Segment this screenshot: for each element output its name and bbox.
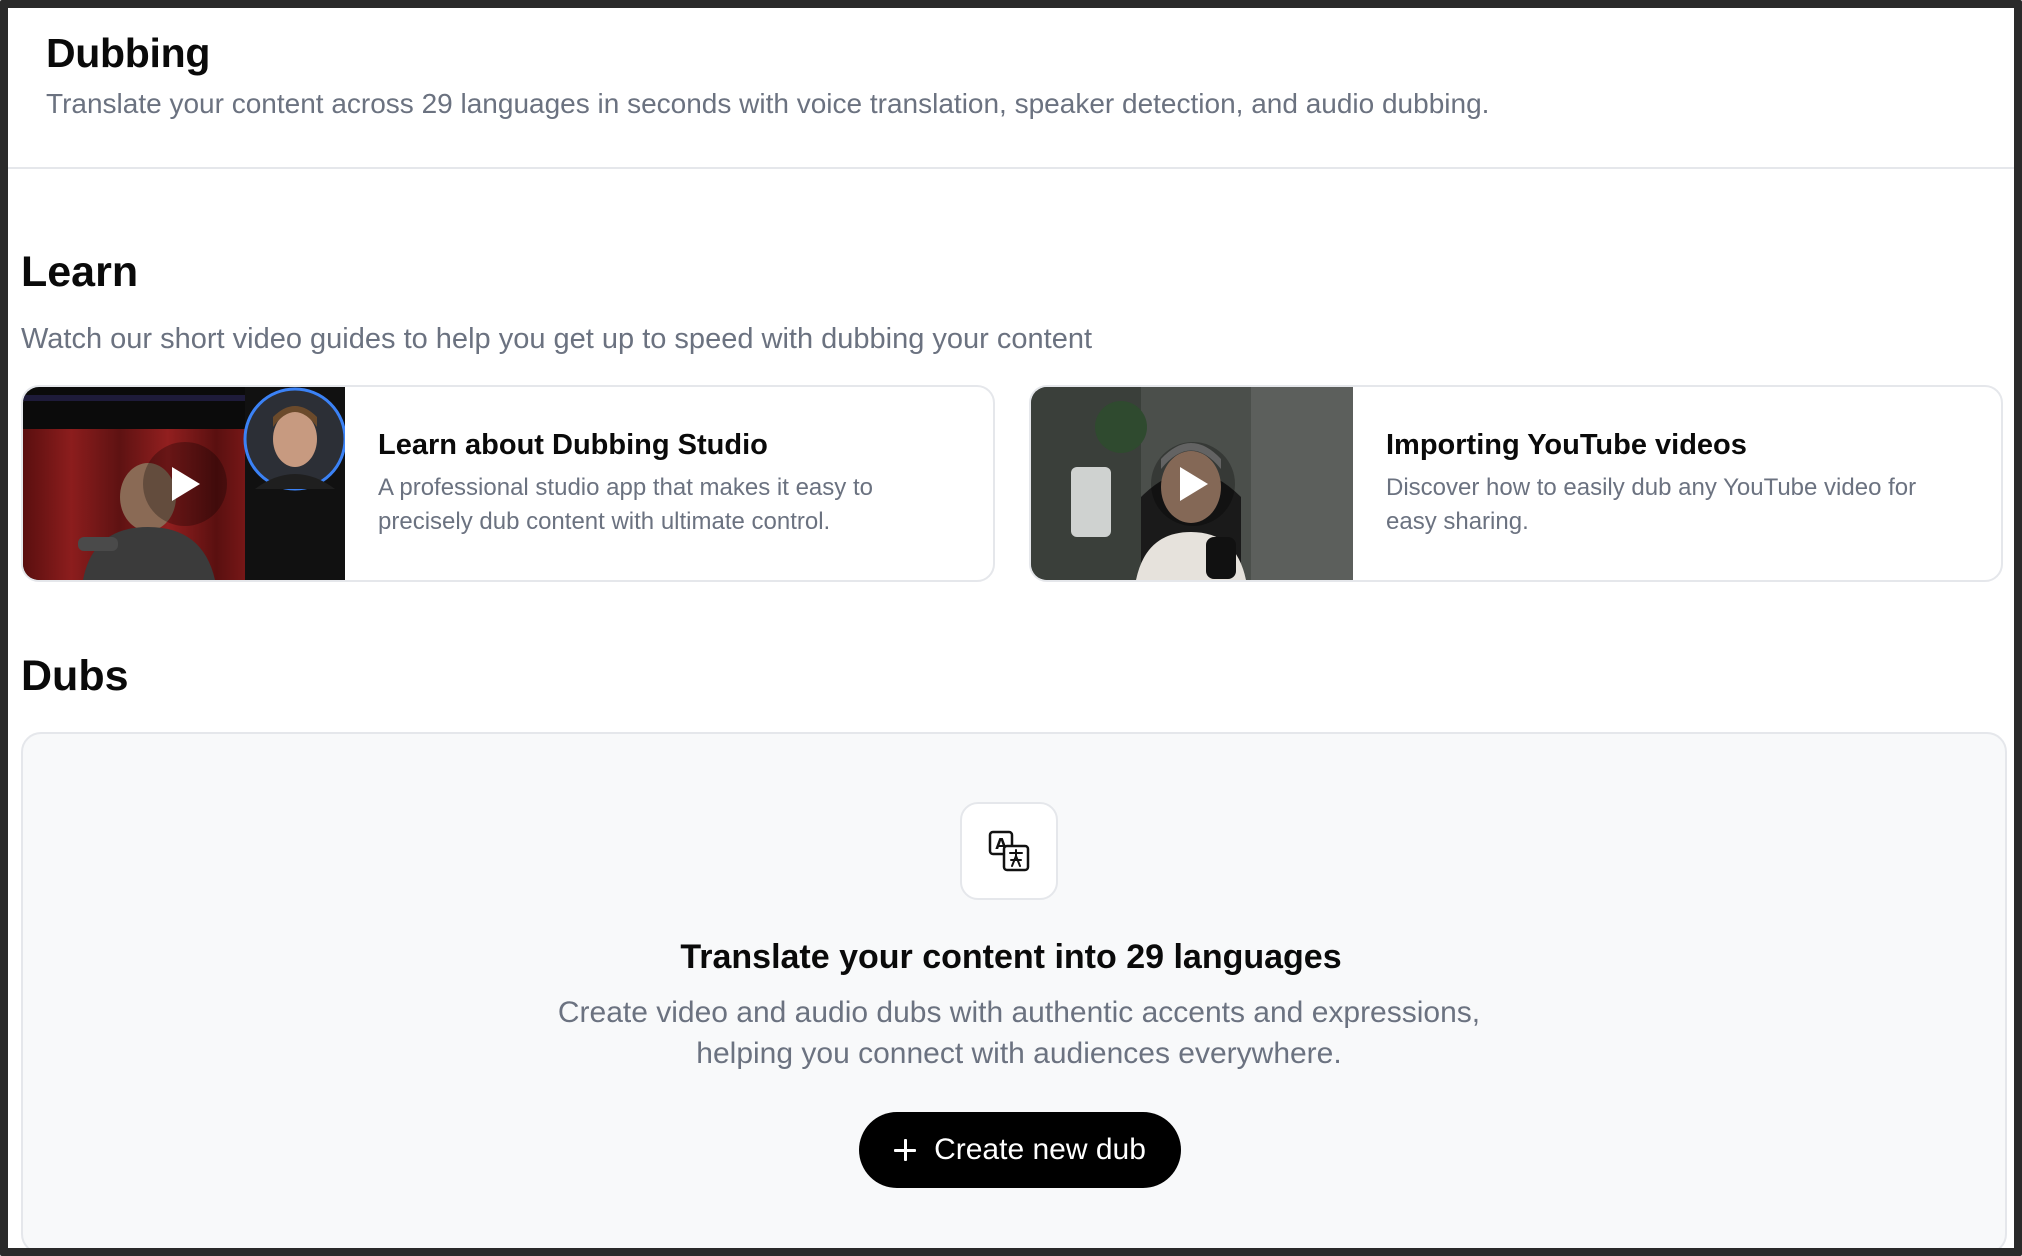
page-header: Dubbing Translate your content across 29… bbox=[8, 8, 2014, 169]
create-new-dub-button[interactable]: Create new dub bbox=[859, 1112, 1181, 1188]
video-card-dubbing-studio[interactable]: Learn about Dubbing Studio A professiona… bbox=[21, 385, 995, 582]
page-subtitle: Translate your content across 29 languag… bbox=[46, 88, 1490, 119]
video-card-title: Importing YouTube videos bbox=[1386, 429, 1747, 461]
video-card-youtube-import[interactable]: Importing YouTube videos Discover how to… bbox=[1029, 385, 2003, 582]
learn-section-title: Learn bbox=[21, 248, 139, 296]
empty-state-description: Create video and audio dubs with authent… bbox=[557, 996, 1481, 1070]
empty-state-title: Translate your content into 29 languages bbox=[680, 938, 1342, 976]
learn-section-description: Watch our short video guides to help you… bbox=[21, 323, 1093, 355]
video-card-text: Learn about Dubbing Studio A professiona… bbox=[378, 425, 963, 539]
video-card-text: Importing YouTube videos Discover how to… bbox=[1386, 425, 1971, 539]
create-new-dub-label: Create new dub bbox=[934, 1133, 1146, 1166]
play-button[interactable] bbox=[1151, 442, 1235, 526]
video-card-description: Discover how to easily dub any YouTube v… bbox=[1386, 474, 1917, 535]
play-button[interactable] bbox=[143, 442, 227, 526]
video-thumbnail[interactable] bbox=[1031, 387, 1353, 580]
plus-icon bbox=[894, 1139, 917, 1161]
dubs-section-title: Dubs bbox=[21, 652, 129, 700]
translate-icon: A bbox=[988, 830, 1030, 872]
play-icon bbox=[172, 467, 200, 501]
empty-state-icon-box: A bbox=[960, 802, 1058, 900]
video-thumbnail[interactable] bbox=[23, 387, 345, 580]
video-card-description: A professional studio app that makes it … bbox=[378, 474, 873, 535]
play-icon bbox=[1180, 467, 1208, 501]
video-card-title: Learn about Dubbing Studio bbox=[378, 429, 768, 461]
app-window: Dubbing Translate your content across 29… bbox=[0, 0, 2022, 1256]
page-title: Dubbing bbox=[46, 30, 211, 76]
